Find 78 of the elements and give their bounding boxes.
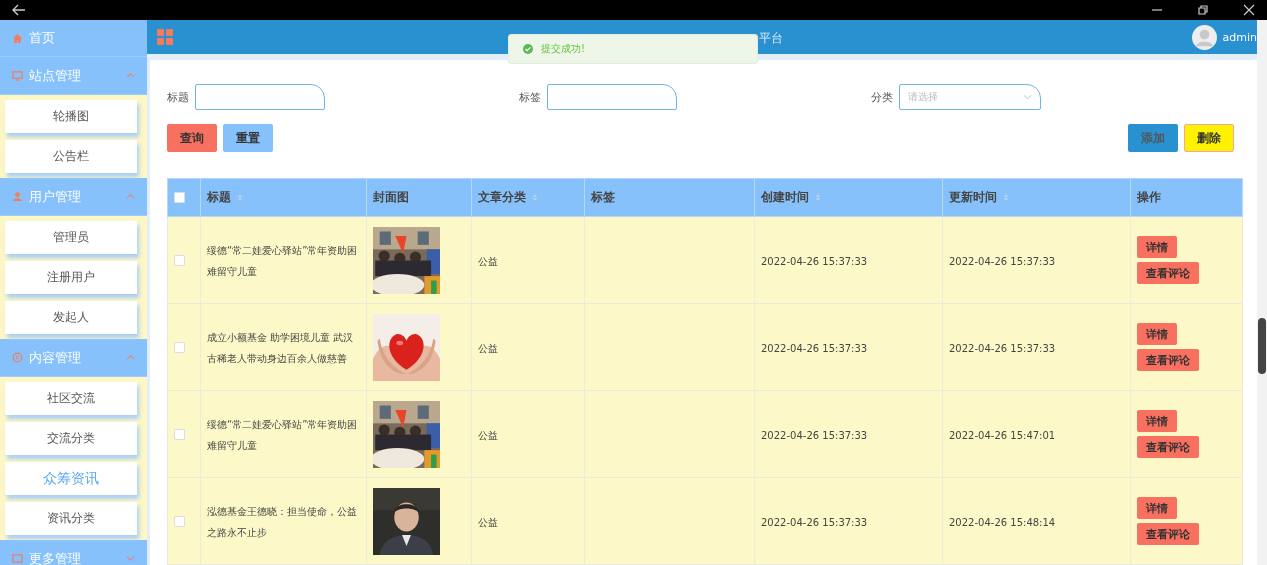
- chevron-down-icon: [1023, 94, 1032, 100]
- avatar-icon[interactable]: [1191, 24, 1217, 50]
- table-cell: 2022-04-26 15:37:33: [761, 255, 868, 267]
- input-field[interactable]: [547, 84, 677, 110]
- toast-message: 提交成功!: [541, 42, 585, 56]
- row-action-button[interactable]: 详情: [1137, 323, 1177, 345]
- column-header[interactable]: 标题: [207, 189, 231, 206]
- row-checkbox[interactable]: [174, 254, 185, 266]
- row-checkbox[interactable]: [174, 515, 185, 527]
- submenu-item[interactable]: 公告栏: [5, 140, 137, 173]
- submenu-item[interactable]: 轮播图: [5, 100, 137, 133]
- column-header[interactable]: 创建时间: [761, 189, 809, 206]
- table-cell: 公益: [478, 255, 498, 267]
- select-all-checkbox[interactable]: [174, 192, 185, 203]
- menu-label: 站点管理: [29, 66, 82, 85]
- column-header[interactable]: 操作: [1137, 189, 1161, 206]
- menu-label: 首页: [29, 29, 56, 47]
- menu-label: 内容管理: [29, 348, 82, 367]
- restore-icon[interactable]: [1197, 4, 1209, 16]
- table-cell: 2022-04-26 15:37:33: [949, 342, 1056, 354]
- table-cell: 公益: [478, 342, 498, 354]
- row-action-button[interactable]: 查看评论: [1137, 436, 1199, 458]
- scrollbar[interactable]: [1257, 20, 1267, 565]
- grid-icon[interactable]: [157, 29, 173, 45]
- menu-label: 更多管理: [29, 549, 82, 565]
- action-button[interactable]: 查询: [167, 124, 217, 152]
- header-title: 平台: [759, 30, 783, 47]
- submenu-item[interactable]: 资讯分类: [5, 502, 137, 535]
- submenu-item[interactable]: 交流分类: [5, 422, 137, 455]
- user-name[interactable]: admin: [1222, 30, 1257, 44]
- table-cell: 2022-04-26 15:48:14: [949, 516, 1056, 528]
- row-action-button[interactable]: 查看评论: [1137, 262, 1199, 284]
- sort-icon[interactable]: [1003, 193, 1009, 202]
- action-button[interactable]: 重置: [223, 124, 273, 152]
- sort-icon[interactable]: [237, 193, 243, 202]
- submenu-item[interactable]: 注册用户: [5, 261, 137, 294]
- submenu-item[interactable]: 众筹资讯: [5, 462, 137, 495]
- field-label: 标签: [519, 89, 541, 105]
- row-action-button[interactable]: 详情: [1137, 236, 1177, 258]
- row-checkbox[interactable]: [174, 341, 185, 353]
- field-label: 标题: [167, 89, 189, 105]
- table-cell: 2022-04-26 15:37:33: [761, 429, 868, 441]
- table-cell: 2022-04-26 15:37:33: [949, 255, 1056, 267]
- column-header[interactable]: 更新时间: [949, 189, 997, 206]
- home-icon: [12, 32, 23, 44]
- success-icon: [523, 44, 533, 54]
- menu-label: 用户管理: [29, 187, 82, 206]
- table-cell: 成立小额基金 助学困境儿童 武汉古稀老人带动身边百余人做慈善: [207, 332, 354, 364]
- scrollbar-thumb[interactable]: [1258, 318, 1266, 374]
- table-cell: 公益: [478, 516, 498, 528]
- submenu-item[interactable]: 管理员: [5, 221, 137, 254]
- monitor-icon: [12, 70, 23, 81]
- row-action-button[interactable]: 查看评论: [1137, 349, 1199, 371]
- sort-icon[interactable]: [815, 193, 821, 202]
- table-cell: 2022-04-26 15:37:33: [761, 342, 868, 354]
- sort-icon[interactable]: [532, 193, 538, 202]
- table-cell: 公益: [478, 429, 498, 441]
- table-cell: 泓德基金王德晓：担当使命，公益之路永不止步: [207, 506, 357, 538]
- input-field[interactable]: [195, 84, 325, 110]
- row-checkbox[interactable]: [174, 428, 185, 440]
- row-action-button[interactable]: 详情: [1137, 410, 1177, 432]
- submenu-item[interactable]: 发起人: [5, 301, 137, 334]
- back-arrow-icon[interactable]: [12, 4, 26, 16]
- chat-icon: [12, 352, 23, 363]
- table-cell: 2022-04-26 15:37:33: [761, 516, 868, 528]
- row-action-button[interactable]: 详情: [1137, 497, 1177, 519]
- column-header[interactable]: 标签: [591, 189, 615, 206]
- column-header[interactable]: 文章分类: [478, 189, 526, 206]
- action-button[interactable]: 删除: [1184, 124, 1234, 152]
- table-cell: 绥德“常二娃爱心驿站”常年资助困难留守儿童: [207, 245, 358, 277]
- row-action-button[interactable]: 查看评论: [1137, 523, 1199, 545]
- submenu-item[interactable]: 社区交流: [5, 382, 137, 415]
- table-cell: 绥德“常二娃爱心驿站”常年资助困难留守儿童: [207, 419, 358, 451]
- close-icon[interactable]: [1243, 4, 1255, 16]
- user-icon: [12, 191, 23, 202]
- table-cell: 2022-04-26 15:47:01: [949, 429, 1056, 441]
- column-header[interactable]: 封面图: [373, 189, 409, 206]
- field-label: 分类: [871, 89, 893, 105]
